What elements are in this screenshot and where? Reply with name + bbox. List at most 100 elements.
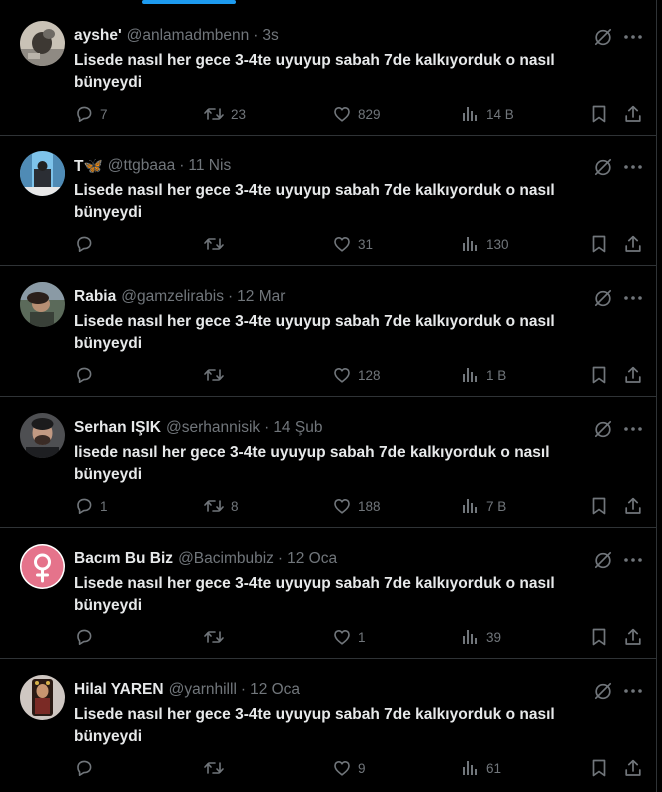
grok-icon[interactable] xyxy=(592,418,614,440)
share-icon xyxy=(625,497,641,514)
tweet[interactable]: Hilal YAREN @yarnhilll · 12 Oca Lisede n… xyxy=(0,660,656,790)
more-icon[interactable] xyxy=(622,418,644,440)
display-name[interactable]: T🦋 xyxy=(74,157,103,176)
share-button[interactable] xyxy=(623,363,643,387)
reply-button[interactable] xyxy=(74,756,100,780)
like-button[interactable]: 128 xyxy=(332,363,381,387)
tweet[interactable]: ayshe' @anlamadmbenn · 3s Lisede nasıl h… xyxy=(0,6,656,136)
timestamp[interactable]: 3s xyxy=(262,27,278,45)
share-button[interactable] xyxy=(623,232,643,256)
reply-button[interactable]: 1 xyxy=(74,494,108,518)
username-handle[interactable]: @anlamadmbenn xyxy=(127,27,250,45)
retweet-button[interactable] xyxy=(203,363,231,387)
avatar[interactable] xyxy=(20,544,65,589)
heart-icon xyxy=(334,237,350,252)
grok-icon[interactable] xyxy=(592,287,614,309)
more-icon[interactable] xyxy=(622,680,644,702)
tweet[interactable]: Rabia @gamzelirabis · 12 Mar Lisede nası… xyxy=(0,267,656,397)
retweet-button[interactable] xyxy=(203,625,231,649)
tweet-text: Lisede nasıl her gece 3-4te uyuyup sabah… xyxy=(74,182,555,221)
like-button[interactable]: 188 xyxy=(332,494,381,518)
timestamp[interactable]: 14 Şub xyxy=(273,419,322,437)
like-button[interactable]: 9 xyxy=(332,756,366,780)
views-button[interactable]: 61 xyxy=(462,756,501,780)
retweet-icon xyxy=(204,762,224,774)
more-icon[interactable] xyxy=(622,287,644,309)
share-icon xyxy=(625,759,641,776)
grok-icon[interactable] xyxy=(592,680,614,702)
display-name[interactable]: Serhan IŞIK xyxy=(74,419,161,437)
username-handle[interactable]: @yarnhilll xyxy=(169,681,237,699)
like-count: 9 xyxy=(358,760,366,776)
more-icon[interactable] xyxy=(622,156,644,178)
share-button[interactable] xyxy=(623,102,643,126)
bookmark-icon xyxy=(592,497,606,515)
reply-icon xyxy=(77,106,92,122)
retweet-button[interactable] xyxy=(203,232,231,256)
avatar[interactable] xyxy=(20,282,65,327)
avatar[interactable] xyxy=(20,21,65,66)
like-button[interactable]: 1 xyxy=(332,625,366,649)
reply-icon xyxy=(77,760,92,776)
display-name[interactable]: Hilal YAREN xyxy=(74,681,164,699)
share-button[interactable] xyxy=(623,625,643,649)
share-button[interactable] xyxy=(623,756,643,780)
tweet-actions: 1 8 188 7 B xyxy=(0,494,656,518)
reply-button[interactable] xyxy=(74,232,100,256)
reply-button[interactable] xyxy=(74,363,100,387)
views-button[interactable]: 1 B xyxy=(462,363,506,387)
bookmark-button[interactable] xyxy=(590,363,608,387)
avatar[interactable] xyxy=(20,413,65,458)
grok-icon[interactable] xyxy=(592,156,614,178)
like-count: 1 xyxy=(358,629,366,645)
display-name[interactable]: Bacım Bu Biz xyxy=(74,550,173,568)
views-button[interactable]: 130 xyxy=(462,232,509,256)
display-name[interactable]: ayshe' xyxy=(74,27,122,45)
avatar[interactable] xyxy=(20,675,65,720)
reply-button[interactable]: 7 xyxy=(74,102,108,126)
bookmark-button[interactable] xyxy=(590,232,608,256)
retweet-count: 8 xyxy=(231,498,239,514)
timestamp[interactable]: 11 Nis xyxy=(188,157,231,175)
timestamp[interactable]: 12 Oca xyxy=(287,550,337,568)
views-button[interactable]: 39 xyxy=(462,625,501,649)
reply-count: 7 xyxy=(100,106,108,122)
tweet[interactable]: Serhan IŞIK @serhannisik · 14 Şub lisede… xyxy=(0,398,656,528)
display-name[interactable]: Rabia xyxy=(74,288,116,306)
avatar[interactable] xyxy=(20,151,65,196)
retweet-button[interactable] xyxy=(203,756,231,780)
share-button[interactable] xyxy=(623,494,643,518)
reply-button[interactable] xyxy=(74,625,100,649)
retweet-button[interactable]: 8 xyxy=(203,494,239,518)
bookmark-button[interactable] xyxy=(590,756,608,780)
like-button[interactable]: 829 xyxy=(332,102,381,126)
separator-dot: · xyxy=(277,550,284,567)
views-button[interactable]: 14 B xyxy=(462,102,514,126)
username-handle[interactable]: @gamzelirabis xyxy=(121,288,224,306)
bookmark-button[interactable] xyxy=(590,102,608,126)
like-button[interactable]: 31 xyxy=(332,232,373,256)
retweet-icon xyxy=(204,631,224,643)
tweet-header: T🦋 @ttgbaaa · 11 Nis xyxy=(74,155,556,177)
timestamp[interactable]: 12 Oca xyxy=(250,681,300,699)
username-handle[interactable]: @Bacimbubiz xyxy=(178,550,274,568)
tweet[interactable]: T🦋 @ttgbaaa · 11 Nis Lisede nasıl her ge… xyxy=(0,136,656,266)
username-handle[interactable]: @serhannisik xyxy=(166,419,260,437)
separator-dot: · xyxy=(253,27,259,44)
timestamp[interactable]: 12 Mar xyxy=(237,288,285,306)
bookmark-button[interactable] xyxy=(590,494,608,518)
bookmark-icon xyxy=(592,759,606,777)
tweet[interactable]: Bacım Bu Biz @Bacimbubiz · 12 Oca Lisede… xyxy=(0,529,656,659)
grok-icon[interactable] xyxy=(592,549,614,571)
more-icon[interactable] xyxy=(622,26,644,48)
more-icon[interactable] xyxy=(622,549,644,571)
views-icon xyxy=(463,499,477,513)
retweet-count: 23 xyxy=(231,106,247,122)
heart-icon xyxy=(334,499,350,514)
retweet-button[interactable]: 23 xyxy=(203,102,246,126)
views-button[interactable]: 7 B xyxy=(462,494,506,518)
grok-icon[interactable] xyxy=(592,26,614,48)
bookmark-button[interactable] xyxy=(590,625,608,649)
username-handle[interactable]: @ttgbaaa xyxy=(108,157,175,175)
tweet-text: Lisede nasıl her gece 3-4te uyuyup sabah… xyxy=(74,706,555,745)
